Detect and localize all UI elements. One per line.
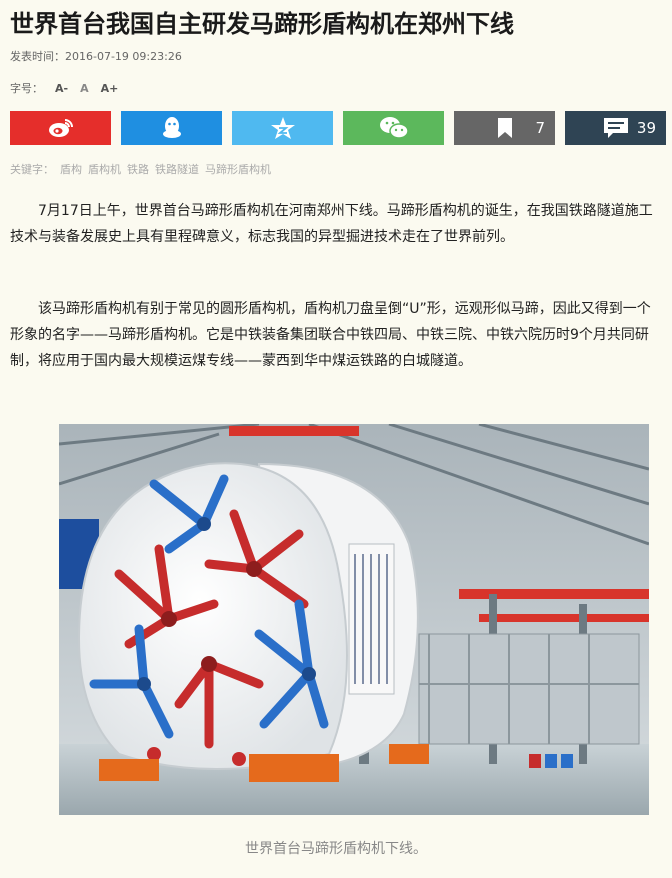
tunnel-boring-machine-image	[59, 424, 649, 815]
share-qq-button[interactable]	[121, 111, 222, 145]
article-page: 世界首台我国自主研发马蹄形盾构机在郑州下线 发表时间：2016-07-19 09…	[0, 0, 672, 878]
wechat-icon	[379, 116, 409, 140]
keyword-link[interactable]: 盾构机	[88, 161, 121, 177]
font-size-normal-button[interactable]: A	[80, 82, 89, 95]
keywords-label: 关键字：	[10, 163, 54, 176]
comment-count: 39	[636, 119, 656, 137]
image-caption: 世界首台马蹄形盾构机下线。	[245, 841, 427, 857]
font-size-decrease-button[interactable]: A-	[55, 82, 68, 95]
qzone-star-icon	[270, 116, 296, 140]
keyword-link[interactable]: 马蹄形盾构机	[205, 161, 271, 177]
keyword-link[interactable]: 铁路隧道	[155, 161, 199, 177]
share-weibo-button[interactable]	[10, 111, 111, 145]
article-paragraph: 该马蹄形盾构机有别于常见的圆形盾构机，盾构机刀盘呈倒“U”形，远观形似马蹄，因此…	[10, 301, 651, 369]
article-paragraph: 7月17日上午，世界首台马蹄形盾构机在河南郑州下线。马蹄形盾构机的诞生，在我国铁…	[10, 203, 653, 245]
share-bar: 7 39	[10, 111, 666, 145]
share-qzone-button[interactable]	[232, 111, 333, 145]
keywords-row: 关键字： 盾构 盾构机 铁路 铁路隧道 马蹄形盾构机	[10, 161, 271, 177]
article-photo	[59, 424, 649, 815]
font-size-label: 字号：	[10, 82, 43, 95]
publish-time-value: 2016-07-19 09:23:26	[65, 50, 182, 63]
font-size-increase-button[interactable]: A+	[101, 82, 119, 95]
comment-icon	[603, 117, 629, 139]
publish-time: 发表时间：2016-07-19 09:23:26	[10, 48, 182, 64]
comment-button[interactable]: 39	[565, 111, 666, 145]
article-title: 世界首台我国自主研发马蹄形盾构机在郑州下线	[10, 10, 514, 38]
favorite-count: 7	[535, 119, 545, 137]
keyword-link[interactable]: 盾构	[60, 161, 82, 177]
font-size-control: 字号： A- A A+	[10, 80, 118, 96]
favorite-button[interactable]: 7	[454, 111, 555, 145]
share-wechat-button[interactable]	[343, 111, 444, 145]
qq-penguin-icon	[161, 116, 183, 140]
publish-time-label: 发表时间：	[10, 50, 65, 63]
weibo-icon	[48, 117, 74, 139]
bookmark-icon	[497, 117, 513, 139]
keyword-link[interactable]: 铁路	[127, 161, 149, 177]
